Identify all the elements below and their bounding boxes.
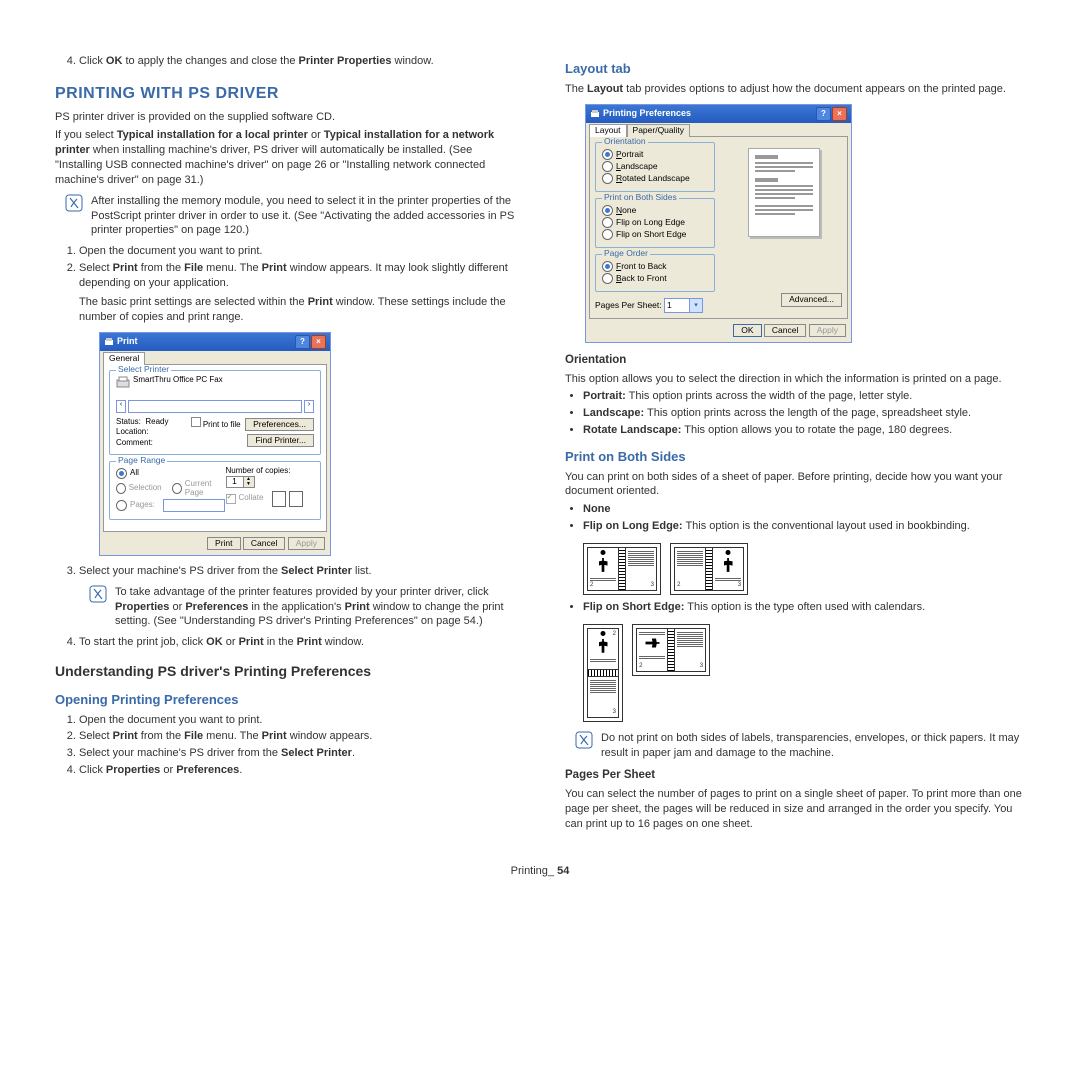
collate-checkbox[interactable]: ✓ bbox=[226, 494, 236, 504]
collate-icon bbox=[272, 491, 303, 507]
group-page-order: Page Order bbox=[602, 249, 650, 258]
radio-front-back[interactable] bbox=[602, 261, 613, 272]
open-step-3: Select your machine's PS driver from the… bbox=[79, 746, 515, 761]
heading-understanding: Understanding PS driver's Printing Prefe… bbox=[55, 662, 515, 681]
copies-spinner[interactable]: 1▲▼ bbox=[226, 476, 255, 488]
left-column: Click OK to apply the changes and close … bbox=[55, 50, 515, 834]
open-step-1: Open the document you want to print. bbox=[79, 713, 515, 728]
help-icon[interactable]: ? bbox=[816, 107, 831, 121]
preferences-titlebar: Printing Preferences ?× bbox=[586, 105, 851, 123]
ok-button[interactable]: OK bbox=[733, 324, 761, 337]
radio-pages[interactable] bbox=[116, 500, 127, 511]
group-orientation: Orientation bbox=[602, 137, 648, 146]
scrollbar-track[interactable] bbox=[128, 400, 302, 413]
apply-button[interactable]: Apply bbox=[809, 324, 846, 337]
printer-name[interactable]: SmartThru Office PC Fax bbox=[133, 376, 223, 385]
pages-input[interactable] bbox=[163, 499, 225, 512]
bullet-none: None bbox=[583, 502, 1025, 517]
radio-landscape[interactable] bbox=[602, 161, 613, 172]
radio-back-front[interactable] bbox=[602, 273, 613, 284]
note-properties: To take advantage of the printer feature… bbox=[89, 585, 515, 630]
note-icon bbox=[575, 731, 593, 761]
close-icon[interactable]: × bbox=[832, 107, 847, 121]
open-step-4: Click Properties or Preferences. bbox=[79, 763, 515, 778]
layout-tab-desc: The Layout tab provides options to adjus… bbox=[565, 82, 1025, 97]
step-4: To start the print job, click OK or Prin… bbox=[79, 635, 515, 650]
orientation-desc: This option allows you to select the dir… bbox=[565, 372, 1025, 387]
step-2: Select Print from the File menu. The Pri… bbox=[79, 261, 515, 556]
find-printer-button[interactable]: Find Printer... bbox=[247, 434, 314, 447]
tab-layout[interactable]: Layout bbox=[589, 124, 627, 136]
long-edge-illustration: 23 23 bbox=[583, 540, 1025, 598]
group-page-range: Page Range bbox=[116, 456, 167, 465]
right-column: Layout tab The Layout tab provides optio… bbox=[565, 50, 1025, 834]
radio-long-edge[interactable] bbox=[602, 217, 613, 228]
help-icon[interactable]: ? bbox=[295, 335, 310, 349]
radio-current[interactable] bbox=[172, 483, 182, 494]
apply-button[interactable]: Apply bbox=[288, 537, 325, 550]
heading-both-sides: Print on Both Sides bbox=[565, 448, 1025, 466]
heading-printing-ps: PRINTING WITH PS DRIVER bbox=[55, 83, 515, 105]
radio-selection[interactable] bbox=[116, 483, 126, 494]
ps-install: If you select Typical installation for a… bbox=[55, 128, 515, 187]
group-both-sides: Print on Both Sides bbox=[602, 193, 679, 202]
print-dialog-titlebar: Print ?× bbox=[100, 333, 330, 351]
step-1: Open the document you want to print. bbox=[79, 244, 515, 259]
radio-none[interactable] bbox=[602, 205, 613, 216]
print-button[interactable]: Print bbox=[207, 537, 240, 550]
page-preview bbox=[748, 148, 820, 237]
note-memory-module: After installing the memory module, you … bbox=[65, 194, 515, 239]
preferences-dialog: Printing Preferences ?× LayoutPaper/Qual… bbox=[585, 104, 852, 343]
heading-orientation: Orientation bbox=[565, 353, 1025, 369]
tab-paper-quality[interactable]: Paper/Quality bbox=[627, 124, 691, 136]
heading-layout-tab: Layout tab bbox=[565, 60, 1025, 78]
prev-step-4: Click OK to apply the changes and close … bbox=[79, 54, 515, 69]
ps-intro: PS printer driver is provided on the sup… bbox=[55, 110, 515, 125]
note-labels: Do not print on both sides of labels, tr… bbox=[575, 731, 1025, 761]
scroll-right-icon[interactable]: › bbox=[304, 400, 314, 413]
cancel-button[interactable]: Cancel bbox=[243, 537, 285, 550]
heading-pages-per-sheet: Pages Per Sheet bbox=[565, 768, 1025, 784]
note-icon bbox=[65, 194, 83, 239]
printer-icon bbox=[590, 109, 600, 119]
group-select-printer: Select Printer bbox=[116, 365, 171, 374]
advanced-button[interactable]: Advanced... bbox=[781, 293, 842, 306]
bullet-rotate: Rotate Landscape: This option allows you… bbox=[583, 423, 1025, 438]
radio-all[interactable] bbox=[116, 468, 127, 479]
radio-portrait[interactable] bbox=[602, 149, 613, 160]
bullet-portrait: Portrait: This option prints across the … bbox=[583, 389, 1025, 404]
heading-opening: Opening Printing Preferences bbox=[55, 691, 515, 709]
close-icon[interactable]: × bbox=[311, 335, 326, 349]
pps-desc: You can select the number of pages to pr… bbox=[565, 787, 1025, 832]
open-step-2: Select Print from the File menu. The Pri… bbox=[79, 729, 515, 744]
note-icon bbox=[89, 585, 107, 630]
step-3: Select your machine's PS driver from the… bbox=[79, 564, 515, 629]
pages-per-sheet-dropdown[interactable]: 1▾ bbox=[664, 298, 703, 313]
scroll-left-icon[interactable]: ‹ bbox=[116, 400, 126, 413]
both-sides-desc: You can print on both sides of a sheet o… bbox=[565, 470, 1025, 500]
short-edge-illustration: 2 3 23 bbox=[583, 621, 1025, 725]
page-footer: Printing_ 54 bbox=[55, 864, 1025, 879]
preferences-button[interactable]: Preferences... bbox=[245, 418, 314, 431]
printer-icon bbox=[104, 337, 114, 347]
bullet-short-edge: Flip on Short Edge: This option is the t… bbox=[583, 600, 1025, 725]
radio-rotated[interactable] bbox=[602, 173, 613, 184]
cancel-button[interactable]: Cancel bbox=[764, 324, 806, 337]
bullet-long-edge: Flip on Long Edge: This option is the co… bbox=[583, 519, 1025, 598]
print-to-file-checkbox[interactable] bbox=[191, 417, 201, 427]
bullet-landscape: Landscape: This option prints across the… bbox=[583, 406, 1025, 421]
radio-short-edge[interactable] bbox=[602, 229, 613, 240]
tab-general[interactable]: General bbox=[103, 352, 145, 364]
printer-item-icon bbox=[116, 376, 130, 390]
print-dialog: Print ?× General Select Printer SmartThr… bbox=[99, 332, 331, 555]
